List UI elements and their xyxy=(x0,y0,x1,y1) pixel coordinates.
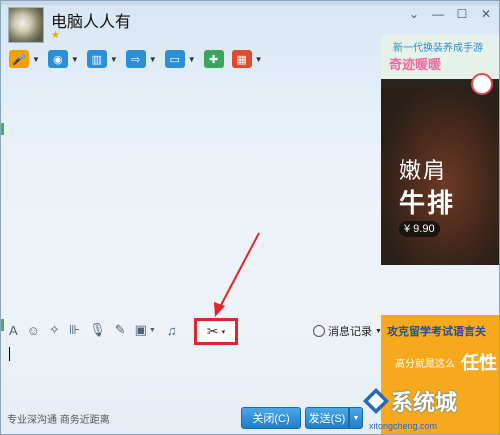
font-button[interactable]: A xyxy=(9,323,18,338)
ad-emphasis: 任性 xyxy=(461,353,497,373)
screen-share-icon: ▭ xyxy=(164,50,185,68)
monitor-chart-icon: ▥ xyxy=(86,50,107,68)
ad-banner-top[interactable]: 新一代换装养成手游 奇迹暖暖 嫩肩 牛排 ¥ 9.90 xyxy=(381,35,499,265)
camera-icon: ◉ xyxy=(47,50,68,68)
minimize-icon[interactable]: — xyxy=(429,7,447,21)
ad-subline: 高分就是这么 xyxy=(395,359,455,370)
toolbar-apps-button[interactable]: ▦ ▼ xyxy=(231,50,263,68)
image-button[interactable]: ▣ ▼ xyxy=(135,322,156,338)
voice-message-button[interactable]: 🎙 xyxy=(89,322,106,338)
watermark-text: 系统城 xyxy=(391,390,458,415)
message-input[interactable] xyxy=(3,345,377,401)
toolbar-screen-button[interactable]: ▭ ▼ xyxy=(164,50,196,68)
ad-banner-bottom[interactable]: 攻克留学考试语言关 高分就是这么 任性 xyxy=(381,315,499,434)
scissors-icon: ✂ xyxy=(206,323,219,339)
message-add-icon: ✚ xyxy=(203,50,224,68)
toolbar-message-button[interactable]: ✚ xyxy=(203,50,224,68)
toolbar-voice-button[interactable]: 🎤 ▼ xyxy=(9,50,40,68)
footer-slogan: 专业深沟通 商务近距离 xyxy=(7,415,110,426)
app-grid-icon: ▦ xyxy=(231,50,252,68)
editor-toolbar: A ☺ ✧ ⊪ 🎙 ✎ ▣ ▼ ♫ xyxy=(9,319,186,341)
watermark: 系统城 xyxy=(361,385,457,417)
send-button[interactable]: 发送(S) xyxy=(305,407,349,429)
side-indicator xyxy=(1,319,4,331)
window-top-edge xyxy=(1,1,499,5)
message-record-button[interactable]: 消息记录 ▼ xyxy=(313,323,382,339)
clock-icon xyxy=(313,325,325,337)
magic-wand-icon: ✧ xyxy=(48,322,60,337)
poke-button[interactable]: ✧ xyxy=(49,322,60,338)
star-icon: ★ xyxy=(51,30,60,41)
screenshot-button[interactable]: ✂ ▾ xyxy=(194,318,238,345)
microphone-icon: 🎙 xyxy=(89,322,106,337)
music-button[interactable]: ♫ xyxy=(167,323,177,338)
chevron-down-icon[interactable]: ▾ xyxy=(222,328,226,336)
toolbar-remote-button[interactable]: ▥ ▼ xyxy=(86,50,118,68)
shake-button[interactable]: ⊪ xyxy=(69,322,80,338)
window-shake-icon: ⊪ xyxy=(68,322,81,337)
ad-product-line: 嫩肩 xyxy=(399,158,448,183)
message-record-label: 消息记录 xyxy=(328,326,372,338)
contact-name: 电脑人人有 xyxy=(51,14,132,31)
toolbar-file-button[interactable]: ⇨ ▼ xyxy=(125,50,157,68)
chat-toolbar: 🎤 ▼ ◉ ▼ ▥ ▼ ⇨ ▼ ▭ ▼ ✚ ▦ ▼ xyxy=(9,47,271,71)
avatar[interactable] xyxy=(8,7,44,43)
emoji-button[interactable]: ☺ xyxy=(27,323,40,338)
close-icon[interactable]: ✕ xyxy=(477,7,495,21)
image-icon: ▣ xyxy=(134,322,147,337)
chat-history-area[interactable] xyxy=(3,77,377,317)
text-caret xyxy=(9,347,10,361)
ad-price: ¥ 9.90 xyxy=(399,221,440,237)
toolbar-video-button[interactable]: ◉ ▼ xyxy=(47,50,79,68)
watermark-logo-icon xyxy=(363,388,389,414)
ad-game-title: 奇迹暖暖 xyxy=(389,57,442,72)
folder-icon: ⇨ xyxy=(125,50,146,68)
ad-headline: 攻克留学考试语言关 xyxy=(387,326,486,338)
smiley-icon: ☺ xyxy=(26,322,40,338)
music-note-icon: ♫ xyxy=(166,322,177,338)
microphone-icon: 🎤 xyxy=(9,50,29,68)
brand-logo xyxy=(471,73,493,95)
ad-line: 新一代换装养成手游 xyxy=(393,43,483,54)
watermark-url: xitongcheng.com xyxy=(369,421,438,431)
doodle-button[interactable]: ✎ xyxy=(115,322,126,338)
edit-icon: ✎ xyxy=(114,322,126,337)
chat-window: 电脑人人有 ★ ⌄ — ☐ ✕ 🎤 ▼ ◉ ▼ ▥ ▼ ⇨ ▼ ▭ ▼ ✚ ▦ ▼ 新一代换… xyxy=(0,0,500,435)
expand-icon[interactable]: ⌄ xyxy=(405,7,423,21)
font-icon: A xyxy=(9,322,18,338)
maximize-icon[interactable]: ☐ xyxy=(453,7,471,21)
close-button[interactable]: 关闭(C) xyxy=(241,407,301,429)
ad-product-name: 牛排 xyxy=(399,188,456,218)
